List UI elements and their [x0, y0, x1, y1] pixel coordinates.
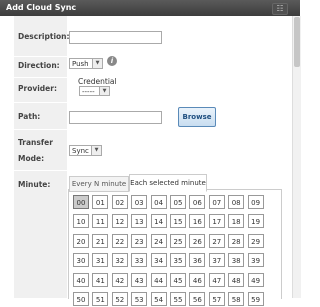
minute-cell-30[interactable]: 30: [73, 253, 89, 268]
minute-cell-58[interactable]: 58: [228, 292, 245, 306]
minute-cell-41[interactable]: 41: [92, 272, 109, 287]
description-input[interactable]: [69, 31, 162, 44]
label-cell-minute: [14, 171, 67, 299]
minute-cell-29[interactable]: 29: [247, 233, 264, 248]
minute-cell-14[interactable]: 14: [150, 214, 167, 229]
minute-cell-17[interactable]: 17: [208, 214, 225, 229]
minute-cell-51[interactable]: 51: [92, 292, 109, 306]
minute-cell-15[interactable]: 15: [170, 214, 186, 229]
description-label: Description:: [18, 32, 70, 41]
minute-cell-56[interactable]: 56: [189, 292, 206, 306]
label-cell-transfer-mode: [14, 130, 67, 171]
minute-cell-02[interactable]: 02: [111, 195, 128, 209]
minute-cell-10[interactable]: 10: [73, 214, 89, 229]
minute-cell-26[interactable]: 26: [189, 233, 206, 248]
minute-cell-54[interactable]: 54: [150, 292, 167, 306]
minute-cell-36[interactable]: 36: [189, 253, 206, 268]
transfer-mode-select[interactable]: Sync ▼: [69, 145, 102, 156]
path-label: Path:: [18, 112, 41, 121]
minute-cell-49[interactable]: 49: [247, 272, 264, 287]
minute-cell-55[interactable]: 55: [170, 292, 186, 306]
minute-cell-20[interactable]: 20: [73, 233, 89, 248]
minute-cell-57[interactable]: 57: [208, 292, 225, 306]
path-input[interactable]: [69, 111, 162, 124]
tab-each-selected-minute[interactable]: Each selected minute: [129, 174, 207, 192]
minute-cell-42[interactable]: 42: [111, 272, 128, 287]
minute-cell-44[interactable]: 44: [150, 272, 167, 287]
minute-cell-46[interactable]: 46: [189, 272, 206, 287]
credential-select[interactable]: ----- ▼: [79, 86, 110, 96]
close-icon[interactable]: ☷: [272, 3, 288, 15]
minute-cell-25[interactable]: 25: [170, 233, 186, 248]
direction-label: Direction:: [18, 61, 60, 70]
minute-cell-13[interactable]: 13: [131, 214, 148, 229]
minute-cell-28[interactable]: 28: [228, 233, 245, 248]
minute-cell-47[interactable]: 47: [208, 272, 225, 287]
transfer-mode-label-line1: Transfer: [18, 138, 53, 147]
minute-cell-06[interactable]: 06: [189, 195, 206, 209]
browse-button[interactable]: Browse: [178, 107, 216, 127]
minute-cell-59[interactable]: 59: [247, 292, 264, 306]
chevron-down-icon: ▼: [92, 59, 102, 68]
minute-cell-01[interactable]: 01: [92, 195, 109, 209]
minute-cell-40[interactable]: 40: [73, 272, 89, 287]
minute-cell-33[interactable]: 33: [131, 253, 148, 268]
minute-cell-32[interactable]: 32: [111, 253, 128, 268]
minute-cell-38[interactable]: 38: [228, 253, 245, 268]
tab-every-n-minute[interactable]: Every N minute: [69, 176, 129, 192]
minute-cell-35[interactable]: 35: [170, 253, 186, 268]
minute-cell-52[interactable]: 52: [111, 292, 128, 306]
minute-cell-23[interactable]: 23: [131, 233, 148, 248]
direction-select[interactable]: Push ▼: [69, 58, 103, 69]
minute-cell-05[interactable]: 05: [170, 195, 186, 209]
minute-cell-37[interactable]: 37: [208, 253, 225, 268]
minute-cell-34[interactable]: 34: [150, 253, 167, 268]
minute-cell-31[interactable]: 31: [92, 253, 109, 268]
minute-cell-48[interactable]: 48: [228, 272, 245, 287]
info-icon[interactable]: i: [107, 56, 117, 66]
provider-label: Provider:: [18, 84, 57, 93]
direction-select-value: Push: [72, 60, 89, 68]
minute-cell-00[interactable]: 00: [73, 195, 89, 209]
minute-cell-09[interactable]: 09: [247, 195, 264, 209]
dialog-title: Add Cloud Sync: [6, 3, 77, 12]
scrollbar[interactable]: [292, 16, 301, 298]
minute-cell-04[interactable]: 04: [150, 195, 167, 209]
credential-select-value: -----: [82, 88, 95, 96]
chevron-down-icon: ▼: [99, 87, 109, 95]
minute-cell-53[interactable]: 53: [131, 292, 148, 306]
minute-cell-07[interactable]: 07: [208, 195, 225, 209]
minute-cell-08[interactable]: 08: [228, 195, 245, 209]
minute-cell-16[interactable]: 16: [189, 214, 206, 229]
minute-cell-24[interactable]: 24: [150, 233, 167, 248]
transfer-mode-label-line2: Mode:: [18, 154, 45, 163]
minute-cell-45[interactable]: 45: [170, 272, 186, 287]
minute-cell-19[interactable]: 19: [247, 214, 264, 229]
minute-cell-11[interactable]: 11: [92, 214, 109, 229]
dialog-titlebar: Add Cloud Sync ☷: [0, 0, 300, 16]
minute-cell-12[interactable]: 12: [111, 214, 128, 229]
scrollbar-thumb[interactable]: [294, 17, 300, 67]
minute-cell-03[interactable]: 03: [131, 195, 148, 209]
minute-label: Minute:: [18, 180, 51, 189]
minute-cell-50[interactable]: 50: [73, 292, 89, 306]
minute-cell-21[interactable]: 21: [92, 233, 109, 248]
transfer-mode-select-value: Sync: [72, 147, 89, 155]
minute-cell-39[interactable]: 39: [247, 253, 264, 268]
minute-cell-27[interactable]: 27: [208, 233, 225, 248]
chevron-down-icon: ▼: [91, 146, 101, 155]
minute-cell-18[interactable]: 18: [228, 214, 245, 229]
credential-label: Credential: [78, 77, 117, 86]
minute-cell-43[interactable]: 43: [131, 272, 148, 287]
minute-cell-22[interactable]: 22: [111, 233, 128, 248]
